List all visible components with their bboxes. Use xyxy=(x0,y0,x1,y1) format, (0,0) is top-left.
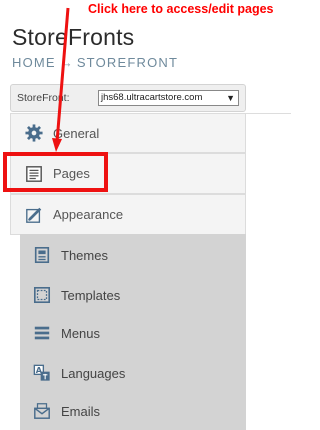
annotation-text: Click here to access/edit pages xyxy=(88,2,274,16)
annotation-arrow-icon xyxy=(52,7,70,152)
